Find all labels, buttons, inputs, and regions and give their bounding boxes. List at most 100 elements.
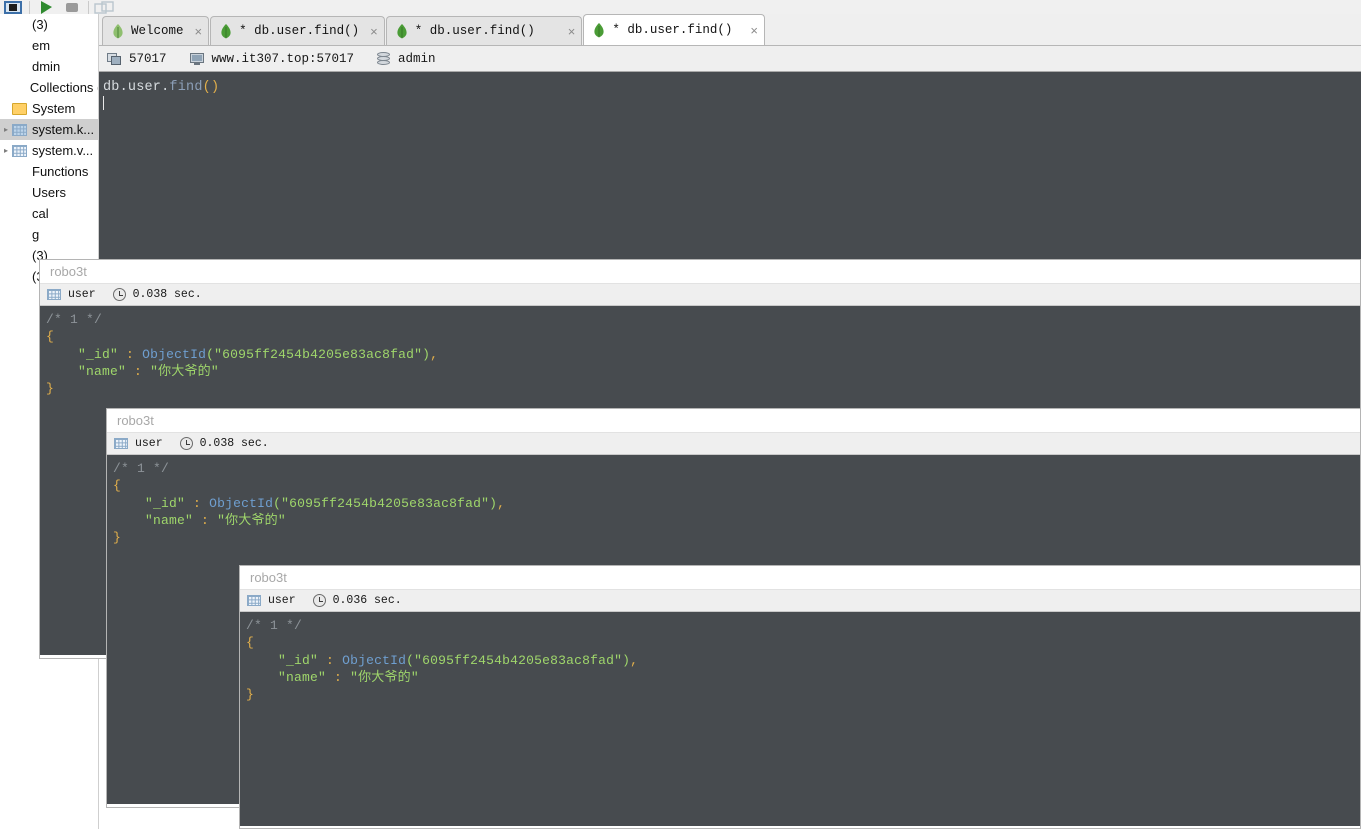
result-field-trail-0: , <box>497 495 506 511</box>
tab-close-icon[interactable]: × <box>750 24 758 37</box>
main-toolbar <box>0 0 1361 15</box>
result-collection-name: user <box>268 594 296 607</box>
query-editor[interactable]: db.user.find() <box>99 72 1361 267</box>
connection-host-label: www.it307.top:57017 <box>211 51 355 66</box>
result-field-key-1: "name" <box>278 669 327 685</box>
result-close-brace: } <box>113 530 122 546</box>
mongodb-leaf-icon <box>113 23 123 39</box>
tab-close-icon[interactable]: × <box>370 25 378 38</box>
sidebar-item-label: cal <box>32 206 49 221</box>
connect-icon <box>4 0 22 14</box>
tab-0[interactable]: Welcome × <box>102 16 210 45</box>
play-icon <box>41 0 52 14</box>
mongodb-leaf-icon <box>594 22 604 38</box>
result-json-body[interactable]: /* 1 */ { "_id" : ObjectId("6095ff2454b42… <box>240 612 1360 826</box>
result-comment: /* 1 */ <box>113 461 170 476</box>
result-field-key <box>46 364 78 379</box>
result-close-brace: } <box>246 687 255 703</box>
result-open-brace-line: { <box>246 634 1360 651</box>
result-window-3[interactable]: robo3t user 0.036 sec. /* 1 */ { "_id" : Obj… <box>239 565 1361 829</box>
sidebar-item-label: dmin <box>32 59 61 74</box>
result-window-title[interactable]: robo3t <box>240 566 1360 590</box>
result-execution-time: 0.038 sec. <box>132 288 202 301</box>
sidebar-item-2[interactable]: dmin <box>0 56 98 77</box>
sidebar-item-8[interactable]: Users <box>0 182 98 203</box>
run-button[interactable] <box>33 0 59 14</box>
result-field-type-0: ObjectId <box>142 346 207 362</box>
tab-2[interactable]: * db.user.find() × <box>385 16 583 45</box>
sidebar-item-3[interactable]: Collections (2) <box>0 77 98 98</box>
tab-1[interactable]: * db.user.find() × <box>210 16 385 45</box>
stop-button[interactable] <box>59 0 85 14</box>
result-field-line: "name" : "你大爷的" <box>113 512 1360 529</box>
tab-3[interactable]: * db.user.find() × <box>583 14 765 45</box>
result-execution-time: 0.038 sec. <box>199 437 269 450</box>
result-field-key <box>246 670 278 685</box>
sidebar-item-label: (3) <box>32 17 48 32</box>
tab-close-icon[interactable]: × <box>568 25 576 38</box>
clock-icon <box>312 594 326 607</box>
result-comment: /* 1 */ <box>246 618 303 633</box>
icon-spacer <box>12 166 27 178</box>
result-field-spacer2 <box>142 364 150 379</box>
result-field-line: "_id" : ObjectId("6095ff2454b4205e83ac8f… <box>113 495 1360 512</box>
sidebar-item-7[interactable]: Functions <box>0 161 98 182</box>
sidebar-item-10[interactable]: g <box>0 224 98 245</box>
result-field-spacer2 <box>134 347 142 362</box>
mongodb-leaf-icon <box>221 23 231 39</box>
tab-label: Welcome <box>131 24 184 38</box>
result-open-brace: { <box>46 329 55 345</box>
result-window-title[interactable]: robo3t <box>107 409 1360 433</box>
connection-database: admin <box>377 51 436 66</box>
result-close-brace-line: } <box>113 529 1360 546</box>
result-close-brace: } <box>46 381 55 397</box>
chevron-right-icon[interactable]: ▸ <box>0 140 12 161</box>
collection-grid-icon <box>47 289 61 300</box>
connection-info-bar: 57017 www.it307.top:57017 admin <box>99 46 1361 72</box>
result-field-colon-1: : <box>334 669 343 685</box>
text-caret <box>103 96 104 110</box>
icon-spacer <box>12 61 27 73</box>
monitor-icon <box>189 52 204 65</box>
sidebar-item-4[interactable]: System <box>0 98 98 119</box>
result-field-value-0: ("6095ff2454b4205e83ac8fad") <box>406 652 631 668</box>
tab-close-icon[interactable]: × <box>195 25 203 38</box>
result-field-type-0: ObjectId <box>209 495 274 511</box>
tab-label: * db.user.find() <box>239 24 360 38</box>
icon-spacer <box>10 82 25 94</box>
database-icon <box>377 51 391 66</box>
result-field-colon-0: : <box>326 652 335 668</box>
result-field-colon-1: : <box>134 363 143 379</box>
editor-code-parens: () <box>202 80 220 95</box>
tab-bar[interactable]: Welcome × * db.user.find() × * db.user.find(… <box>99 14 1361 46</box>
result-window-title-label: robo3t <box>117 413 154 428</box>
sidebar-item-5[interactable]: ▸ system.k... <box>0 119 98 140</box>
sidebar-item-label: Users <box>32 185 66 200</box>
sidebar-item-9[interactable]: cal <box>0 203 98 224</box>
icon-spacer <box>12 19 27 31</box>
orientation-button[interactable] <box>92 0 118 14</box>
result-open-brace: { <box>246 635 255 651</box>
connect-button[interactable] <box>0 0 26 14</box>
chevron-right-icon[interactable]: ▸ <box>0 119 12 140</box>
icon-spacer <box>12 208 27 220</box>
sidebar-item-1[interactable]: em <box>0 35 98 56</box>
sidebar-item-0[interactable]: (3) <box>0 14 98 35</box>
result-field-colon-0: : <box>126 346 135 362</box>
collection-grid-icon <box>114 438 128 449</box>
result-field-key-0: "_id" <box>78 346 119 362</box>
result-close-brace-line: } <box>246 686 1360 703</box>
result-field-colon-0: : <box>193 495 202 511</box>
result-toolbar: user 0.038 sec. <box>40 284 1360 306</box>
tab-label: * db.user.find() <box>612 23 733 37</box>
layers-icon <box>94 0 114 14</box>
result-window-title[interactable]: robo3t <box>40 260 1360 284</box>
sidebar-item-6[interactable]: ▸ system.v... <box>0 140 98 161</box>
clock-icon <box>179 437 193 450</box>
sidebar-item-label: em <box>32 38 51 53</box>
